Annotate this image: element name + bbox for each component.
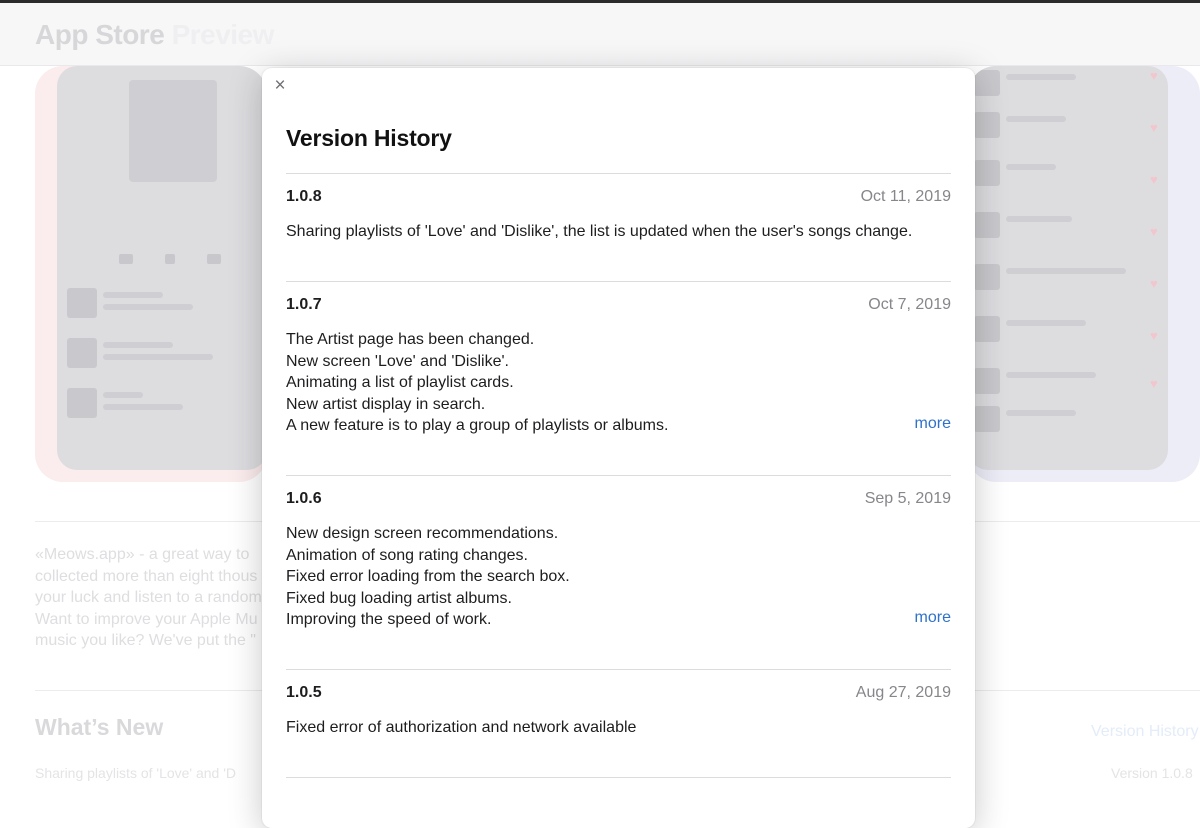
track-artwork <box>974 368 1000 394</box>
track-artwork <box>974 316 1000 342</box>
heart-icon: ♥ <box>1150 276 1158 291</box>
app-description: «Meows.app» - a great way to collected m… <box>35 544 262 652</box>
release-note-line: The Artist page has been changed. <box>286 331 535 348</box>
track-text <box>103 404 183 410</box>
current-version-label: Version 1.0.8 <box>1111 765 1193 781</box>
modal-title: Version History <box>286 125 452 151</box>
description-line: collected more than eight thous <box>35 567 258 585</box>
version-number: 1.0.6 <box>286 490 322 507</box>
page-header: App Store Preview <box>0 3 1200 66</box>
more-link[interactable]: more <box>915 415 951 433</box>
release-note-line: Animating a list of playlist cards. <box>286 374 514 392</box>
track-text <box>1006 372 1096 378</box>
heart-icon: ♥ <box>1150 120 1158 135</box>
track-text <box>103 292 163 298</box>
track-artwork <box>67 288 97 318</box>
track-artwork <box>67 388 97 418</box>
next-icon <box>207 254 221 264</box>
heart-icon: ♥ <box>1150 68 1158 83</box>
version-entry: 1.0.5 Aug 27, 2019 Fixed error of author… <box>286 684 951 744</box>
release-note-line: Sharing playlists of 'Love' and 'Dislike… <box>286 223 913 240</box>
track-artwork <box>974 264 1000 290</box>
heart-icon: ♥ <box>1150 224 1158 239</box>
whats-new-note: Sharing playlists of 'Love' and 'D <box>35 765 237 781</box>
version-history-link[interactable]: Version History <box>1091 723 1199 741</box>
version-entry: 1.0.7 Oct 7, 2019 The Artist page has be… <box>286 296 951 446</box>
release-note-line: A new feature is to play a group of play… <box>286 417 669 435</box>
release-note-line: New design screen recommendations. <box>286 525 559 542</box>
track-text <box>103 304 193 310</box>
release-notes: Sharing playlists of 'Love' and 'Dislike… <box>286 221 912 243</box>
release-note-line: Fixed bug loading artist albums. <box>286 589 512 607</box>
entry-divider <box>286 173 951 174</box>
version-number: 1.0.7 <box>286 296 322 313</box>
release-date: Aug 27, 2019 <box>855 684 951 701</box>
track-text <box>103 354 213 360</box>
previous-icon <box>119 254 133 264</box>
track-artwork <box>974 212 1000 238</box>
phone-mockup: ♥ ♥ ♥ ♥ ♥ ♥ ♥ <box>968 66 1168 470</box>
track-text <box>1006 268 1126 274</box>
release-notes: The Artist page has been changed. New sc… <box>286 329 668 437</box>
track-text <box>103 392 143 398</box>
version-history-modal: × Version History 1.0.8 Oct 11, 2019 Sha… <box>262 68 975 828</box>
track-text <box>1006 410 1076 416</box>
version-number: 1.0.5 <box>286 684 322 701</box>
track-text <box>1006 116 1066 122</box>
heart-icon: ♥ <box>1150 328 1158 343</box>
track-text <box>103 342 173 348</box>
heart-icon: ♥ <box>1150 172 1158 187</box>
release-notes: New design screen recommendations. Anima… <box>286 523 570 631</box>
release-note-line: Animation of song rating changes. <box>286 546 528 564</box>
heart-icon: ♥ <box>1150 376 1158 391</box>
track-artwork <box>974 70 1000 96</box>
screenshot-right: ♥ ♥ ♥ ♥ ♥ ♥ ♥ <box>968 66 1200 482</box>
release-note-line: Fixed error of authorization and network… <box>286 719 637 736</box>
version-entry: 1.0.6 Sep 5, 2019 New design screen reco… <box>286 490 951 640</box>
version-entry: 1.0.8 Oct 11, 2019 Sharing playlists of … <box>286 188 951 248</box>
entry-divider <box>286 475 951 476</box>
track-artwork <box>974 406 1000 432</box>
description-line: music you like? We've put the " <box>35 632 256 650</box>
track-text <box>1006 320 1086 326</box>
description-line: Want to improve your Apple Mu <box>35 610 258 628</box>
close-icon[interactable]: × <box>271 76 289 95</box>
brand-title: App Store Preview <box>35 19 274 51</box>
track-artwork <box>67 338 97 368</box>
track-artwork <box>974 112 1000 138</box>
brand-name: App Store <box>35 19 165 50</box>
release-date: Oct 7, 2019 <box>868 296 951 313</box>
more-link[interactable]: more <box>915 609 951 627</box>
release-note-line: New artist display in search. <box>286 395 486 413</box>
whats-new-title: What’s New <box>35 714 164 740</box>
album-artwork <box>129 80 217 182</box>
release-note-line: New screen 'Love' and 'Dislike'. <box>286 352 509 370</box>
pause-icon <box>165 254 175 264</box>
release-note-line: Fixed error loading from the search box. <box>286 568 570 586</box>
description-line: your luck and listen to a random <box>35 589 262 607</box>
version-number: 1.0.8 <box>286 188 322 205</box>
entry-divider <box>286 669 951 670</box>
entry-divider <box>286 281 951 282</box>
release-date: Sep 5, 2019 <box>864 490 951 507</box>
track-text <box>1006 216 1072 222</box>
release-notes: Fixed error of authorization and network… <box>286 717 636 739</box>
track-artwork <box>974 160 1000 186</box>
track-text <box>1006 74 1076 80</box>
phone-mockup <box>57 66 267 470</box>
release-date: Oct 11, 2019 <box>860 188 951 205</box>
screenshot-left <box>35 66 267 482</box>
brand-suffix: Preview <box>171 19 275 50</box>
release-note-line: Improving the speed of work. <box>286 611 492 629</box>
description-line: «Meows.app» - a great way to <box>35 546 250 563</box>
track-text <box>1006 164 1056 170</box>
entry-divider <box>286 777 951 778</box>
